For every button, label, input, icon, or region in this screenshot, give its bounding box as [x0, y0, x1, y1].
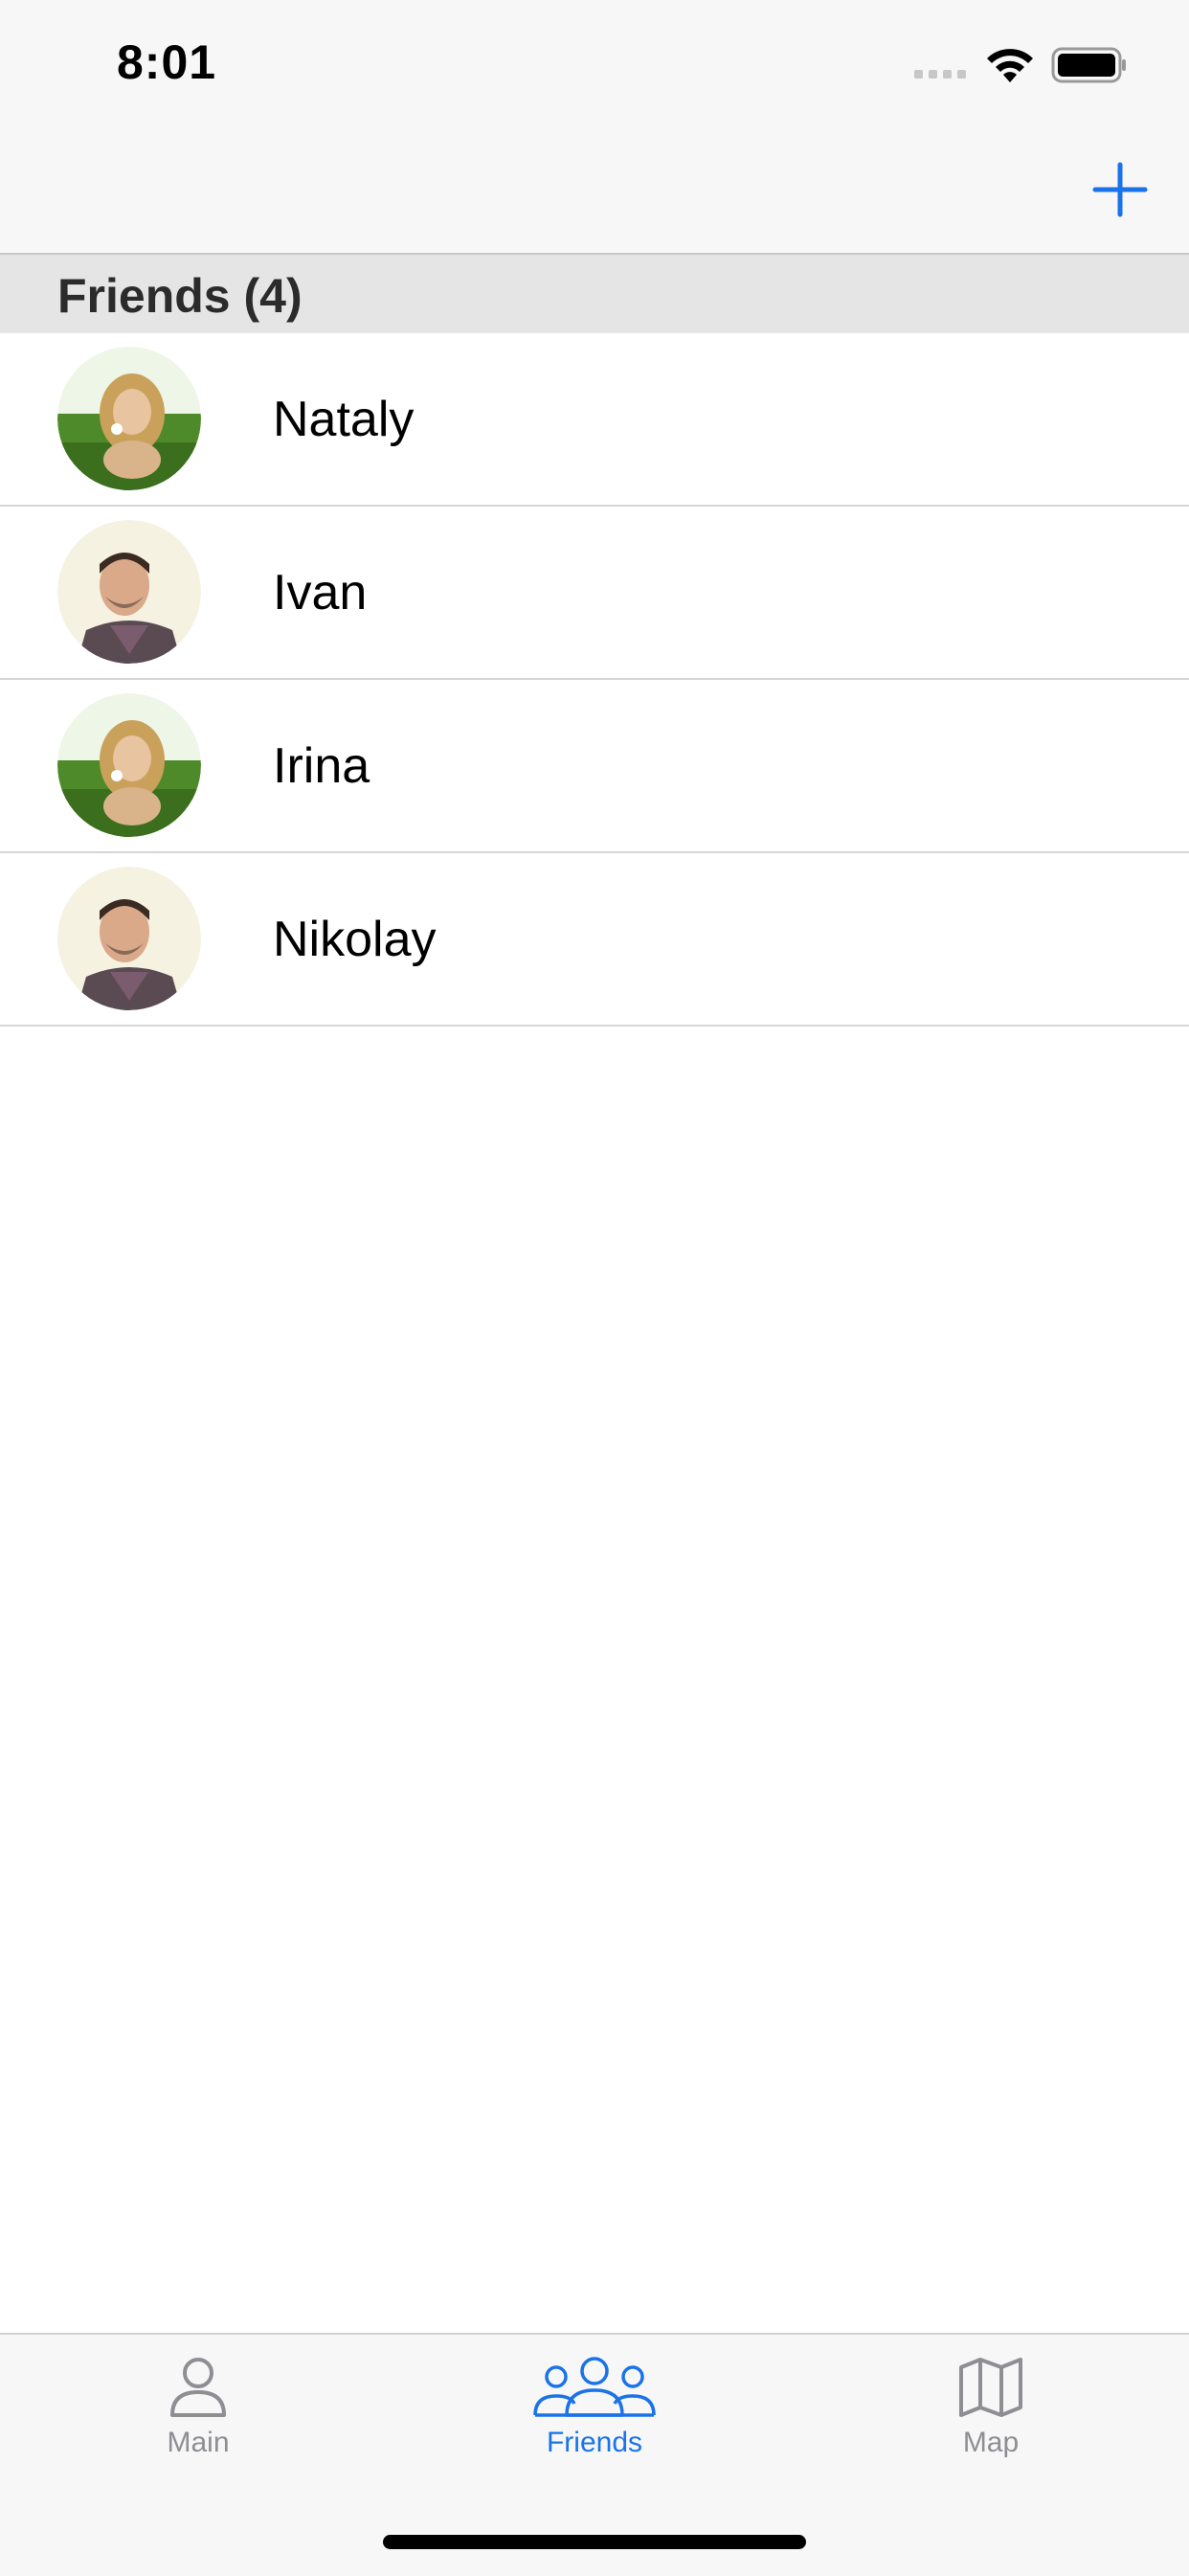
man-portrait-avatar	[57, 867, 201, 1010]
man-portrait-avatar	[57, 520, 201, 664]
wifi-icon	[987, 49, 1033, 82]
map-icon	[959, 2358, 1022, 2417]
friend-row[interactable]: Ivan	[0, 507, 1189, 680]
friend-list: Nataly Ivan Irina Nikolay	[0, 333, 1189, 1027]
section-header: Friends (4)	[0, 255, 1189, 333]
friend-name: Nikolay	[273, 912, 437, 967]
friend-row[interactable]: Nikolay	[0, 853, 1189, 1027]
tab-label: Main	[167, 2427, 230, 2458]
friend-name: Ivan	[273, 565, 368, 621]
people-icon	[533, 2357, 656, 2417]
friend-name: Irina	[273, 738, 370, 794]
add-friend-button[interactable]	[1089, 159, 1151, 220]
friend-row[interactable]: Nataly	[0, 333, 1189, 507]
cellular-signal-icon	[914, 70, 966, 79]
battery-icon	[1051, 47, 1126, 83]
status-bar: 8:01	[0, 0, 1189, 128]
woman-portrait-avatar	[57, 347, 201, 490]
tab-label: Map	[962, 2427, 1020, 2458]
person-icon	[170, 2358, 226, 2417]
status-time: 8:01	[117, 35, 217, 89]
navigation-bar	[0, 128, 1189, 255]
section-title: Friends (4)	[57, 269, 303, 323]
friend-name: Nataly	[273, 392, 415, 447]
tab-map[interactable]: Map	[793, 2354, 1189, 2497]
tab-main[interactable]: Main	[0, 2354, 396, 2497]
home-indicator	[383, 2535, 806, 2549]
tab-friends[interactable]: Friends	[396, 2354, 793, 2497]
tab-label: Friends	[546, 2427, 643, 2458]
friend-row[interactable]: Irina	[0, 680, 1189, 853]
woman-portrait-avatar	[57, 693, 201, 837]
